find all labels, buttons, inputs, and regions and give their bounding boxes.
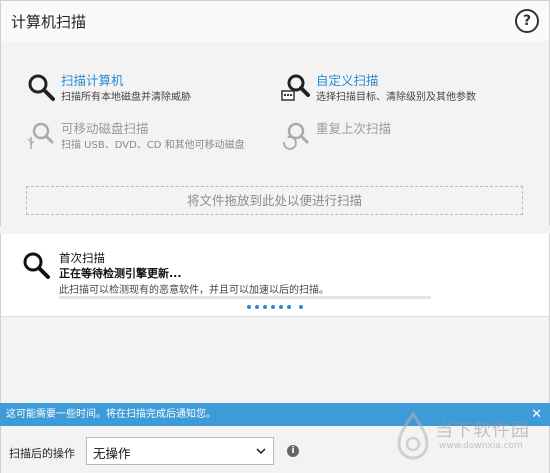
progress-dot [287, 305, 291, 309]
scan-subtitle: 正在等待检测引擎更新... [59, 267, 182, 280]
magnifier-icon [23, 252, 50, 279]
removable-scan-option[interactable]: 可移动磁盘扫描 扫描 USB、DVD、CD 和其他可移动磁盘 [26, 118, 266, 158]
watermark-sub: www.downxia.com [439, 441, 523, 451]
watermark-text: 当下软件园 [435, 420, 530, 441]
scan-title: 首次扫描 [59, 251, 105, 265]
progress-dot [271, 305, 275, 309]
scan-status-panel: 首次扫描 正在等待检测引擎更新... 此扫描可以检测现有的恶意软件，并且可以加速… [0, 234, 550, 316]
scan-computer-option[interactable]: 扫描计算机 扫描所有本地磁盘并清除威胁 [26, 70, 266, 110]
progress-dot [263, 305, 267, 309]
info-icon[interactable]: i [287, 445, 299, 457]
custom-scan-option[interactable]: 自定义扫描 选择扫描目标、清除级别及其他参数 [281, 70, 521, 110]
watermark-icon [397, 412, 429, 460]
option-name: 自定义扫描 [316, 73, 379, 88]
magnifier-icon [28, 74, 55, 101]
empty-area [0, 316, 550, 403]
option-name: 可移动磁盘扫描 [61, 121, 149, 136]
repeat-scan-option[interactable]: 重复上次扫描 [281, 118, 521, 158]
option-desc: 选择扫描目标、清除级别及其他参数 [316, 92, 476, 103]
option-desc: 扫描所有本地磁盘并清除威胁 [61, 92, 191, 103]
chevron-down-icon [256, 448, 266, 455]
option-desc: 扫描 USB、DVD、CD 和其他可移动磁盘 [61, 140, 245, 151]
progress-dot [299, 305, 303, 309]
progress-bar [59, 296, 431, 299]
custom-scan-icon [281, 74, 310, 101]
scan-options-panel: 扫描计算机 扫描所有本地磁盘并清除威胁 自定义扫描 选择扫描目标、清除级别及其他… [0, 41, 550, 226]
select-value: 无操作 [93, 446, 131, 461]
progress-dot [247, 305, 251, 309]
option-name: 扫描计算机 [61, 73, 124, 88]
after-scan-select[interactable]: 无操作 [86, 437, 274, 465]
option-name: 重复上次扫描 [316, 121, 392, 136]
repeat-scan-icon [283, 122, 309, 150]
progress-dot [255, 305, 259, 309]
help-icon[interactable]: ? [515, 9, 539, 33]
window-header: 计算机扫描 ? [0, 0, 550, 42]
notification-message: 这可能需要一些时间。将在扫描完成后通知您。 [6, 409, 216, 420]
removable-scan-icon [27, 122, 54, 149]
file-drop-zone[interactable]: 将文件拖放到此处以便进行扫描 [26, 186, 523, 215]
watermark-logo: 当下软件园 www.downxia.com [395, 408, 545, 470]
progress-dot [279, 305, 283, 309]
progress-indicator [247, 294, 307, 313]
after-scan-label: 扫描后的操作 [9, 447, 75, 460]
page-title: 计算机扫描 [11, 13, 87, 31]
